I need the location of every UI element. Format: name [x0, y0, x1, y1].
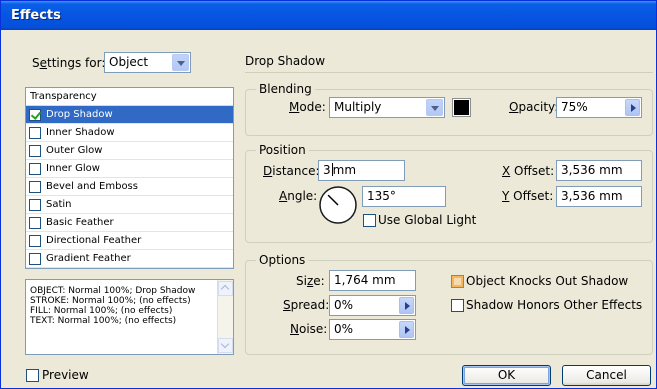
panel-divider	[245, 72, 653, 73]
list-item-inner-glow[interactable]: Inner Glow	[26, 160, 233, 178]
noise-arrow-icon[interactable]	[399, 321, 414, 338]
distance-label: Distance:	[263, 164, 320, 178]
use-global-light-label: Use Global Light	[378, 213, 477, 227]
list-item-bevel-emboss[interactable]: Bevel and Emboss	[26, 178, 233, 196]
distance-input[interactable]: 3 mm	[318, 160, 405, 181]
honors-effects-label: Shadow Honors Other Effects	[466, 298, 643, 312]
checkbox-basic-feather[interactable]	[29, 217, 41, 229]
effects-dialog: Effects Settings for: Object Transparenc…	[0, 0, 657, 389]
opacity-label: Opacity:	[509, 100, 559, 114]
checkbox-drop-shadow[interactable]	[29, 109, 41, 121]
position-title: Position	[256, 143, 309, 157]
noise-input[interactable]: 0%	[329, 319, 416, 340]
effects-summary: OBJECT: Normal 100%; Drop Shadow STROKE:…	[25, 279, 234, 355]
summary-scrollbar[interactable]	[217, 280, 233, 354]
window-title: Effects	[11, 8, 61, 23]
list-item-drop-shadow[interactable]: Drop Shadow	[26, 106, 233, 124]
summary-object: OBJECT: Normal 100%; Drop Shadow	[30, 286, 196, 296]
effects-list: Transparency Drop Shadow Inner Shadow Ou…	[25, 87, 234, 269]
chevron-down-icon[interactable]	[172, 54, 189, 71]
y-offset-label: Y Offset:	[502, 189, 554, 203]
title-bar[interactable]: Effects	[1, 1, 656, 30]
spread-label: Spread:	[283, 298, 330, 312]
size-input[interactable]: 1,764 mm	[329, 270, 416, 291]
angle-dial-icon[interactable]	[318, 185, 358, 225]
checkbox-outer-glow[interactable]	[29, 145, 41, 157]
scroll-up-icon[interactable]	[218, 281, 233, 296]
angle-input[interactable]: 135°	[362, 186, 446, 207]
x-offset-input[interactable]: 3,536 mm	[556, 160, 642, 181]
list-item-basic-feather[interactable]: Basic Feather	[26, 214, 233, 232]
checkbox-gradient-feather[interactable]	[29, 253, 41, 265]
ok-button[interactable]: OK	[462, 365, 551, 386]
honors-effects-checkbox[interactable]	[451, 299, 464, 312]
knocks-out-shadow-label: Object Knocks Out Shadow	[466, 274, 629, 288]
blending-title: Blending	[256, 82, 315, 96]
preview-checkbox[interactable]	[26, 369, 39, 382]
settings-for-dropdown[interactable]: Object	[104, 52, 191, 73]
opacity-arrow-icon[interactable]	[625, 99, 640, 116]
use-global-light-checkbox[interactable]	[363, 214, 376, 227]
summary-stroke: STROKE: Normal 100%; (no effects)	[30, 296, 191, 306]
mode-value: Multiply	[334, 100, 382, 114]
knocks-out-shadow-checkbox[interactable]	[451, 275, 464, 288]
settings-for-value: Object	[109, 55, 149, 69]
list-item-directional-feather[interactable]: Directional Feather	[26, 232, 233, 250]
list-item-outer-glow[interactable]: Outer Glow	[26, 142, 233, 160]
list-item-satin[interactable]: Satin	[26, 196, 233, 214]
summary-text: TEXT: Normal 100%; (no effects)	[30, 316, 177, 326]
settings-for-label: Settings for:	[32, 56, 106, 70]
checkbox-satin[interactable]	[29, 199, 41, 211]
options-title: Options	[256, 253, 309, 267]
spread-arrow-icon[interactable]	[399, 297, 414, 314]
checkbox-inner-shadow[interactable]	[29, 127, 41, 139]
opacity-input[interactable]: 75%	[556, 97, 642, 118]
angle-label: Angle:	[279, 189, 318, 203]
noise-label: Noise:	[290, 322, 328, 336]
x-offset-label: X Offset:	[502, 164, 555, 178]
checkbox-inner-glow[interactable]	[29, 163, 41, 175]
list-item-inner-shadow[interactable]: Inner Shadow	[26, 124, 233, 142]
spread-input[interactable]: 0%	[329, 295, 416, 316]
summary-fill: FILL: Normal 100%; (no effects)	[30, 306, 173, 316]
preview-label: Preview	[42, 368, 89, 382]
shadow-color-swatch[interactable]	[452, 98, 471, 117]
checkbox-directional-feather[interactable]	[29, 235, 41, 247]
size-label: Size:	[296, 274, 325, 288]
y-offset-input[interactable]: 3,536 mm	[556, 186, 642, 207]
cancel-button[interactable]: Cancel	[562, 365, 651, 386]
list-header: Transparency	[26, 88, 233, 106]
scroll-down-icon[interactable]	[218, 338, 233, 353]
panel-title: Drop Shadow	[245, 54, 326, 68]
mode-label: Mode:	[289, 100, 326, 114]
chevron-down-icon[interactable]	[426, 99, 443, 116]
checkbox-bevel-emboss[interactable]	[29, 181, 41, 193]
mode-dropdown[interactable]: Multiply	[329, 97, 445, 118]
list-item-gradient-feather[interactable]: Gradient Feather	[26, 250, 233, 268]
